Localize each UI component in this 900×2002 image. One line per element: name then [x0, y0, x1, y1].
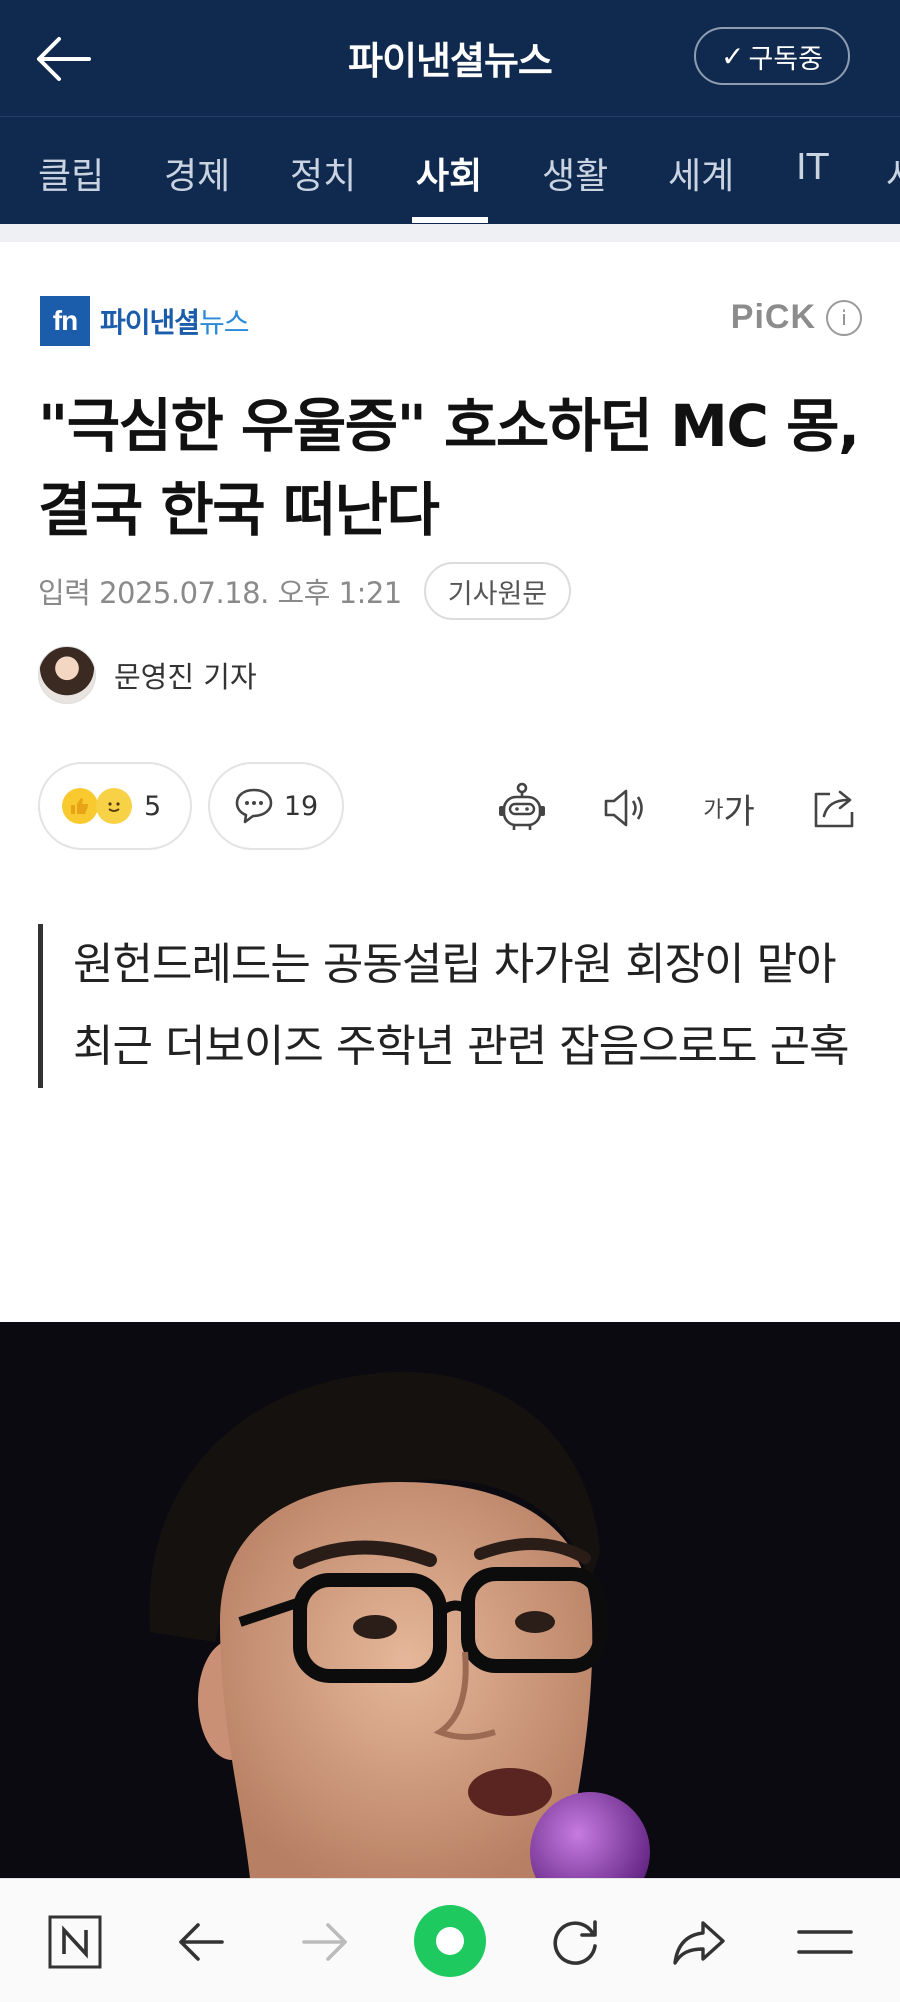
- article-summary: 원헌드레드는 공동설립 차가원 회장이 맡아 최근 더보이즈 주학년 관련 잡음…: [38, 924, 868, 1088]
- comment-button[interactable]: 19: [208, 762, 344, 850]
- browser-forward-button[interactable]: [294, 1911, 356, 1973]
- text-to-speech-button[interactable]: [596, 780, 652, 836]
- tab-it[interactable]: IT: [796, 147, 829, 188]
- tab-politics[interactable]: 정치: [290, 147, 356, 199]
- info-icon[interactable]: i: [826, 299, 862, 336]
- share-icon: [814, 790, 854, 828]
- tab-life[interactable]: 생활: [542, 147, 608, 199]
- subscribe-button[interactable]: ✓ 구독중: [694, 27, 850, 85]
- tab-overflow[interactable]: 사: [886, 147, 900, 199]
- hamburger-menu-icon: [797, 1930, 853, 1954]
- divider: [0, 224, 900, 242]
- active-tab-indicator: [412, 217, 488, 223]
- reaction-button[interactable]: 5: [38, 762, 192, 850]
- font-size-small-label: 가: [703, 798, 724, 823]
- press-logo[interactable]: fn 파이낸셜뉴스: [40, 296, 250, 346]
- comment-icon: [235, 788, 273, 824]
- press-logo-mark: fn: [40, 296, 90, 346]
- comment-count: 19: [283, 790, 319, 822]
- summary-line: 원헌드레드는 공동설립 차가원 회장이 맡아: [73, 939, 837, 990]
- green-dot-icon: [414, 1905, 486, 1977]
- thumbs-up-icon: [62, 788, 98, 824]
- article-photo[interactable]: [0, 1322, 900, 1878]
- pick-badge[interactable]: PiCK i: [731, 298, 862, 337]
- pick-label: PiCK: [730, 298, 816, 336]
- speaker-icon: [604, 789, 643, 827]
- reload-icon: [553, 1920, 597, 1965]
- green-dot-button[interactable]: [412, 1903, 488, 1979]
- tab-world[interactable]: 세계: [668, 147, 734, 199]
- font-size-large-label: 가: [723, 791, 755, 832]
- font-size-button[interactable]: 가가: [698, 780, 760, 836]
- press-name-suffix: 뉴스: [199, 306, 250, 339]
- check-icon: ✓: [721, 39, 745, 73]
- naver-home-button[interactable]: [44, 1911, 106, 1973]
- browser-toolbar: [0, 1878, 900, 2002]
- article-meta: 입력 2025.07.18. 오후 1:21 기사원문: [38, 562, 572, 620]
- tab-society[interactable]: 사회: [416, 147, 482, 199]
- happy-face-icon: [96, 788, 132, 824]
- article-headline: "극심한 우울증" 호소하던 MC 몽, 결국 한국 떠난다: [38, 392, 860, 544]
- reaction-count: 5: [144, 790, 162, 822]
- reload-button[interactable]: [544, 1911, 606, 1973]
- tab-clip[interactable]: 클립: [38, 147, 104, 199]
- publish-date: 입력 2025.07.18. 오후 1:21: [38, 576, 402, 610]
- subscribe-label: 구독중: [748, 43, 823, 75]
- robot-icon: [499, 782, 545, 830]
- avatar: [38, 646, 96, 704]
- original-article-button[interactable]: 기사원문: [423, 562, 572, 620]
- share-arrow-icon: [673, 1921, 725, 1965]
- summary-bot-button[interactable]: [494, 780, 550, 836]
- person-portrait-image: [0, 1322, 900, 1878]
- press-name-main: 파이낸셜: [100, 306, 200, 339]
- author-info[interactable]: 문영진 기자: [38, 646, 257, 704]
- arrow-left-icon: [179, 1923, 224, 1961]
- category-nav: 클립 경제 정치 사회 생활 세계 IT 사: [0, 116, 900, 224]
- press-name: 파이낸셜뉴스: [100, 301, 250, 341]
- naver-n-icon: [48, 1915, 102, 1969]
- browser-back-button[interactable]: [170, 1911, 232, 1973]
- share-button[interactable]: [806, 780, 862, 836]
- arrow-right-icon: [302, 1923, 347, 1961]
- top-header: 파이낸셜뉴스 ✓ 구독중: [0, 0, 900, 116]
- tab-economy[interactable]: 경제: [164, 147, 230, 199]
- share-page-button[interactable]: [668, 1911, 730, 1973]
- summary-line: 최근 더보이즈 주학년 관련 잡음으로도 곤혹: [73, 1021, 850, 1072]
- author-name: 문영진 기자: [114, 660, 257, 694]
- menu-button[interactable]: [794, 1911, 856, 1973]
